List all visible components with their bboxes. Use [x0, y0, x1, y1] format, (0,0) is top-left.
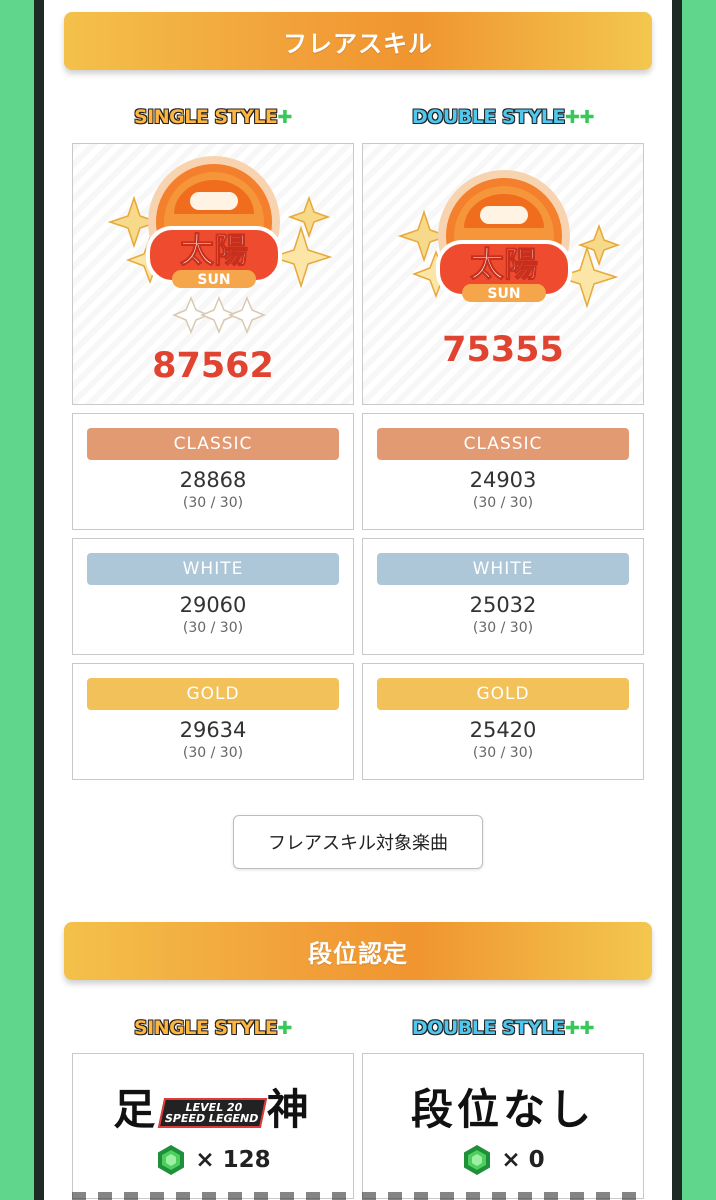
gem-icon: [158, 1145, 185, 1175]
double-flare-rank-card: 太陽 SUN 75355: [362, 143, 644, 405]
plus-icon: ✚: [277, 107, 293, 128]
content-panel: フレアスキル SINGLE STYLE✚ DOUBLE STYLE✚✚ 太陽 S…: [44, 0, 672, 1200]
dan-certification-header: 段位認定: [64, 922, 652, 980]
white-count: (30 / 30): [472, 620, 534, 636]
classic-count: (30 / 30): [472, 495, 534, 511]
single-style-text: SINGLE STYLE: [133, 1017, 278, 1040]
flare-skill-header: フレアスキル: [64, 12, 652, 70]
white-pill: WHITE: [377, 553, 629, 585]
gold-count: (30 / 30): [182, 745, 244, 761]
svg-text:SUN: SUN: [197, 272, 230, 288]
gold-count: (30 / 30): [472, 745, 534, 761]
plus-icon: ✚✚: [564, 107, 595, 128]
single-flare-score: 87562: [152, 346, 274, 386]
single-flare-rank-card: 太陽 SUN 87562: [72, 143, 354, 405]
frame-right: [672, 0, 682, 1200]
double-dan-card: 段位なし × 0: [362, 1053, 644, 1199]
double-style-label: DOUBLE STYLE✚✚: [362, 106, 644, 129]
classic-count: (30 / 30): [182, 495, 244, 511]
single-dan-rank: 足 LEVEL 20 SPEED LEGEND 神: [73, 1076, 353, 1137]
classic-score: 24903: [469, 468, 537, 492]
sun-medal-icon: 太陽 SUN: [107, 156, 333, 334]
next-card-peek: [362, 1192, 644, 1200]
speed-legend-badge: LEVEL 20 SPEED LEGEND: [158, 1098, 268, 1128]
gold-score: 25420: [469, 718, 537, 742]
gold-score: 29634: [179, 718, 247, 742]
double-classic-card: CLASSIC 24903 (30 / 30): [362, 413, 644, 530]
classic-pill: CLASSIC: [87, 428, 339, 460]
single-classic-card: CLASSIC 28868 (30 / 30): [72, 413, 354, 530]
plus-icon: ✚✚: [564, 1018, 595, 1039]
single-style-label: SINGLE STYLE✚: [72, 106, 354, 129]
rank-text: 太陽: [470, 245, 538, 285]
rank-right-char: 神: [266, 1085, 313, 1134]
double-style-text: DOUBLE STYLE: [411, 1017, 566, 1040]
gold-pill: GOLD: [377, 678, 629, 710]
single-white-card: WHITE 29060 (30 / 30): [72, 538, 354, 655]
frame-left: [34, 0, 44, 1200]
white-score: 29060: [179, 593, 247, 617]
classic-score: 28868: [179, 468, 247, 492]
white-count: (30 / 30): [182, 620, 244, 636]
rank-left-char: 足: [113, 1085, 160, 1134]
plus-icon: ✚: [277, 1018, 293, 1039]
single-gem-count: × 128: [195, 1147, 271, 1173]
svg-text:SUN: SUN: [487, 286, 520, 302]
white-score: 25032: [469, 593, 537, 617]
double-style-text: DOUBLE STYLE: [411, 106, 566, 129]
classic-pill: CLASSIC: [377, 428, 629, 460]
double-dan-rank: 段位なし: [410, 1085, 595, 1134]
single-style-text: SINGLE STYLE: [133, 106, 278, 129]
single-style-label: SINGLE STYLE✚: [72, 1017, 354, 1040]
single-gem-count-row: × 128: [73, 1144, 353, 1176]
gold-pill: GOLD: [87, 678, 339, 710]
next-card-peek: [72, 1192, 354, 1200]
sun-medal-icon: 太陽 SUN: [397, 170, 621, 309]
double-flare-score: 75355: [442, 330, 564, 370]
double-white-card: WHITE 25032 (30 / 30): [362, 538, 644, 655]
double-gem-count: × 0: [501, 1147, 545, 1173]
double-gem-count-row: × 0: [363, 1144, 643, 1176]
white-pill: WHITE: [87, 553, 339, 585]
rank-text: 太陽: [180, 231, 248, 271]
double-gold-card: GOLD 25420 (30 / 30): [362, 663, 644, 780]
gem-icon: [464, 1145, 491, 1175]
double-style-label: DOUBLE STYLE✚✚: [362, 1017, 644, 1040]
single-gold-card: GOLD 29634 (30 / 30): [72, 663, 354, 780]
single-dan-card: 足 LEVEL 20 SPEED LEGEND 神 × 128: [72, 1053, 354, 1199]
flare-skill-target-songs-button[interactable]: フレアスキル対象楽曲: [233, 815, 483, 869]
